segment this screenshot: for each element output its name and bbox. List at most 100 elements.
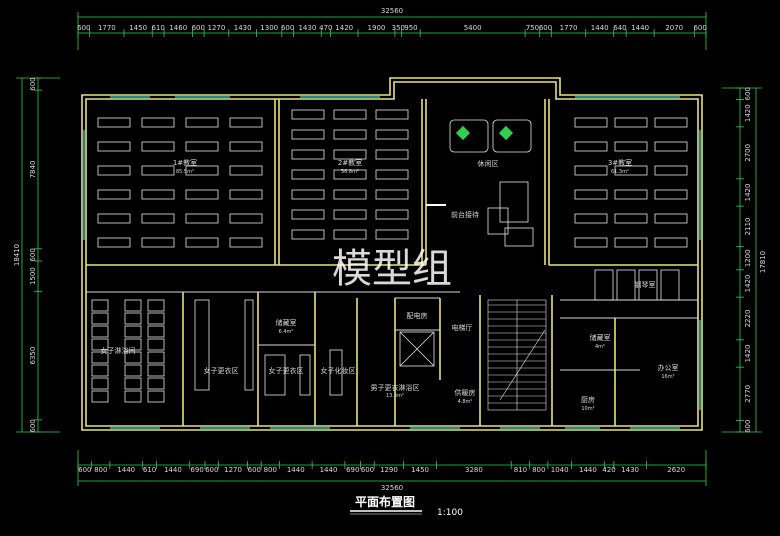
locker [124, 364, 142, 377]
top-dimension-segment-22: 1440 [631, 24, 649, 32]
bottom-total-dimension: 32560 [381, 484, 403, 492]
top-dimension-chain: 32560 600 1770 1450 610 1460 600 1270 1430 1300 6… [77, 7, 707, 50]
desk [185, 141, 219, 152]
desk [141, 213, 175, 224]
desk [97, 189, 131, 200]
right-dimension-segment-1: 1420 [744, 104, 752, 122]
locker [147, 364, 165, 377]
desk [654, 141, 688, 152]
changing-bench [244, 299, 254, 391]
right-dimension-segment-4: 2110 [744, 218, 752, 236]
right-dimension-segment-7: 2220 [744, 310, 752, 328]
desk [333, 149, 367, 160]
left-dimension-segment-1: 7840 [29, 161, 37, 179]
lounge-furniture [426, 119, 534, 247]
desk [229, 117, 263, 128]
room-label-kitchen: 厨房 [581, 395, 595, 404]
bottom-dimension-segment-13: 600 [361, 466, 374, 474]
left-dimension-chain: 18410 600 7840 600 1500 6350 600 [13, 77, 60, 433]
bottom-dimension-segment-11: 1440 [320, 466, 338, 474]
top-dimension-segment-20: 1440 [591, 24, 609, 32]
top-dimension-segment-14: 350 [392, 24, 405, 32]
desk [375, 149, 409, 160]
bottom-dimension-segment-22: 1430 [621, 466, 639, 474]
bottom-dimension-segment-6: 600 [205, 466, 218, 474]
locker [91, 299, 109, 312]
top-dimension-segment-0: 600 [77, 24, 90, 32]
desk [97, 117, 131, 128]
top-dimension-segment-18: 600 [539, 24, 552, 32]
desk [333, 229, 367, 240]
changing-bench [194, 299, 210, 391]
room-label-classroom-2: 2#教室 [338, 158, 362, 167]
room-area-office: 16m² [661, 374, 674, 380]
desk [229, 213, 263, 224]
bottom-dimension-segment-23: 2620 [667, 466, 685, 474]
top-dimension-segment-4: 1460 [169, 24, 187, 32]
left-dimension-segment-2: 600 [29, 248, 37, 261]
top-dimension-segment-2: 1450 [129, 24, 147, 32]
drawing-title: 平面布置图 [355, 494, 415, 509]
desk [141, 117, 175, 128]
top-dimension-segment-23: 2070 [665, 24, 683, 32]
room-label-power-room: 配电房 [407, 311, 428, 320]
room-area-storage: 6.4m² [279, 329, 294, 335]
left-dimension-segment-3: 1500 [29, 267, 37, 285]
bottom-dimension-segment-21: 420 [602, 466, 615, 474]
desk [660, 269, 680, 301]
desk [291, 109, 325, 120]
bottom-dimension-segment-14: 1290 [380, 466, 398, 474]
room-label-female-change-1: 女子更衣区 [204, 366, 239, 375]
room-area-classroom-2: 56.8m² [341, 169, 359, 175]
room-area-classroom-3: 61.3m² [611, 169, 629, 175]
desk [574, 165, 608, 176]
locker [147, 312, 165, 325]
bottom-dimension-chain: 32560 600 800 1440 610 1440 690 600 1270 600 800 1… [77, 450, 707, 492]
desk [574, 213, 608, 224]
room-label-classroom-3: 3#教室 [608, 158, 632, 167]
desk [97, 237, 131, 248]
desk [614, 189, 648, 200]
room-area-classroom-1: 85.5m² [176, 169, 194, 175]
right-total-dimension: 17810 [759, 251, 767, 273]
desk [654, 237, 688, 248]
desk [97, 165, 131, 176]
desk [141, 165, 175, 176]
desk [185, 237, 219, 248]
desk [375, 169, 409, 180]
top-dimension-segment-8: 1300 [260, 24, 278, 32]
bottom-dimension-segment-19: 1040 [551, 466, 569, 474]
bottom-dimension-segment-4: 1440 [164, 466, 182, 474]
top-dimension-segment-10: 1430 [298, 24, 316, 32]
bottom-dimension-segment-9: 800 [264, 466, 277, 474]
desk [291, 149, 325, 160]
desk [141, 141, 175, 152]
locker [147, 377, 165, 390]
room-label-storage-2: 储藏室 [590, 333, 611, 342]
desk [333, 129, 367, 140]
desk [141, 237, 175, 248]
desk [291, 229, 325, 240]
desk [616, 269, 636, 301]
top-dimension-segment-6: 1270 [208, 24, 226, 32]
right-dimension-segment-6: 1420 [744, 275, 752, 293]
top-dimension-segment-9: 600 [281, 24, 294, 32]
desk [614, 117, 648, 128]
desk [654, 213, 688, 224]
top-dimension-segment-24: 600 [693, 24, 706, 32]
locker [124, 377, 142, 390]
desk [291, 209, 325, 220]
locker [124, 299, 142, 312]
desk [614, 213, 648, 224]
top-dimension-segment-3: 610 [151, 24, 164, 32]
bottom-dimension-segment-1: 800 [94, 466, 107, 474]
bottom-dimension-segment-15: 1450 [411, 466, 429, 474]
left-dimension-segment-0: 600 [29, 77, 37, 90]
desk [291, 169, 325, 180]
locker [124, 325, 142, 338]
room-label-storage: 储藏室 [276, 318, 297, 327]
desk [654, 117, 688, 128]
title-block: 平面布置图 1:100 [350, 494, 463, 518]
desk [333, 209, 367, 220]
room-area-male-shower: 13.3m² [386, 393, 404, 399]
